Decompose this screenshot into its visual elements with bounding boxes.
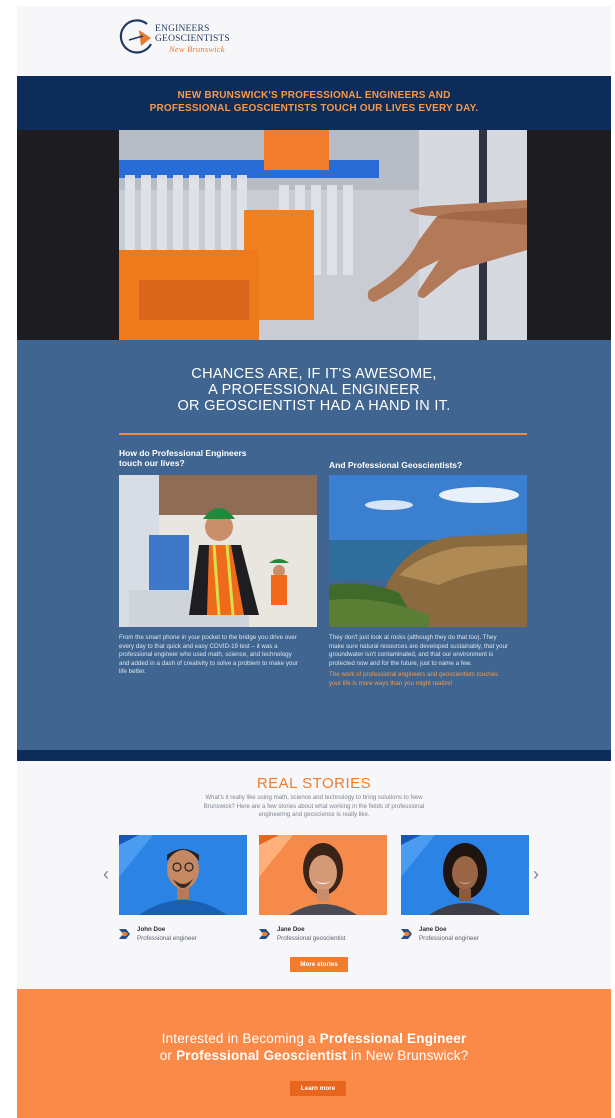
cta-line-2-suffix: in New Brunswick? xyxy=(346,1048,469,1063)
story-flag-icon xyxy=(259,929,270,939)
site-logo[interactable]: ENGINEERS GEOSCIENTISTS New Brunswick xyxy=(117,14,237,70)
cta-line-1: Interested in Becoming a Professional En… xyxy=(17,1030,611,1047)
chevron-left-icon[interactable]: ‹ xyxy=(103,865,109,883)
story-photo xyxy=(119,835,247,915)
awesome-section: CHANCES ARE, IF IT'S AWESOME, A PROFESSI… xyxy=(17,340,611,750)
story-name: Jane Doe xyxy=(419,926,447,933)
stories-title: REAL STORIES xyxy=(256,775,372,792)
logo-mark-icon xyxy=(119,19,152,54)
story-card[interactable]: Jane Doe Professional geoscientist xyxy=(259,835,387,952)
logo-line-2: GEOSCIENTISTS xyxy=(155,34,230,44)
story-meta: Jane Doe Professional engineer xyxy=(401,926,529,952)
more-stories-button[interactable]: More stories xyxy=(290,957,348,972)
coastline-photo xyxy=(329,475,527,627)
story-flag-icon xyxy=(401,929,412,939)
geoscientists-block: They don't just look at rocks (although … xyxy=(329,634,509,688)
engineers-description: From the smart phone in your pocket to t… xyxy=(119,634,298,675)
geoscientists-question: And Professional Geoscientists? xyxy=(329,460,463,470)
story-card[interactable]: Jane Doe Professional engineer xyxy=(401,835,529,952)
section-headline: CHANCES ARE, IF IT'S AWESOME, A PROFESSI… xyxy=(17,366,611,414)
story-name: Jane Doe xyxy=(277,926,305,933)
story-card[interactable]: John Doe Professional engineer xyxy=(119,835,247,952)
engineers-question-line-1: How do Professional Engineers xyxy=(119,448,247,458)
section-divider xyxy=(17,750,611,761)
cta-line-1-text: Interested in Becoming a xyxy=(161,1031,320,1046)
story-role: Professional engineer xyxy=(419,935,479,942)
hero-section xyxy=(17,130,611,340)
story-photo xyxy=(401,835,529,915)
story-meta: Jane Doe Professional geoscientist xyxy=(259,926,387,952)
logo-line-1: ENGINEERS xyxy=(155,24,210,34)
page: ENGINEERS GEOSCIENTISTS New Brunswick NE… xyxy=(17,6,611,1118)
cta-section: Interested in Becoming a Professional En… xyxy=(17,989,611,1118)
banner-line-1: NEW BRUNSWICK'S PROFESSIONAL ENGINEERS A… xyxy=(177,90,451,101)
real-stories-section: REAL STORIES What's it really like using… xyxy=(17,761,611,989)
banner-line-2: PROFESSIONAL GEOSCIENTISTS TOUCH OUR LIV… xyxy=(149,103,479,114)
hero-image-lab-hand xyxy=(119,130,527,340)
chevron-right-icon[interactable]: › xyxy=(533,865,539,883)
banner-text: NEW BRUNSWICK'S PROFESSIONAL ENGINEERS A… xyxy=(17,89,611,115)
engineer-photo xyxy=(119,475,317,627)
cta-heading: Interested in Becoming a Professional En… xyxy=(17,1030,611,1064)
headline-line-2: A PROFESSIONAL ENGINEER xyxy=(208,382,420,398)
logo-line-3: New Brunswick xyxy=(169,44,225,54)
engineers-question-line-2: touch our lives? xyxy=(119,458,185,468)
story-role: Professional geoscientist xyxy=(277,935,346,942)
story-role: Professional engineer xyxy=(137,935,197,942)
cta-line-2-prefix: or xyxy=(159,1048,177,1063)
learn-more-button[interactable]: Learn more xyxy=(290,1081,346,1096)
geoscientists-description: They don't just look at rocks (although … xyxy=(329,634,509,667)
engineers-question: How do Professional Engineers touch our … xyxy=(119,448,279,468)
story-meta: John Doe Professional engineer xyxy=(119,926,247,952)
geoscientists-highlight: The work of professional engineers and g… xyxy=(329,671,499,687)
cta-engineer-emphasis: Professional Engineer xyxy=(319,1031,467,1046)
cta-line-2: or Professional Geoscientist in New Brun… xyxy=(17,1047,611,1064)
story-flag-icon xyxy=(119,929,130,939)
orange-divider xyxy=(119,433,527,435)
headline-line-1: CHANCES ARE, IF IT'S AWESOME, xyxy=(191,366,437,382)
headline-line-3: OR GEOSCIENTIST HAD A HAND IN IT. xyxy=(177,398,451,414)
site-header: ENGINEERS GEOSCIENTISTS New Brunswick xyxy=(17,6,611,76)
story-photo xyxy=(259,835,387,915)
cta-geoscientist-emphasis: Professional Geoscientist xyxy=(176,1048,347,1063)
tagline-banner: NEW BRUNSWICK'S PROFESSIONAL ENGINEERS A… xyxy=(17,76,611,130)
story-name: John Doe xyxy=(137,926,166,933)
logo-wordmark: ENGINEERS GEOSCIENTISTS New Brunswick xyxy=(155,24,230,54)
stories-description: What's it really like using math, scienc… xyxy=(203,794,425,818)
